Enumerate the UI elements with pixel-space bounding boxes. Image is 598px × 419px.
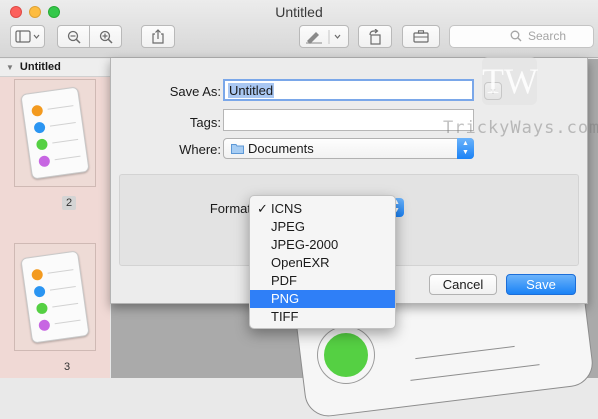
- sidebar-icon: [14, 30, 39, 43]
- share-icon: [152, 29, 164, 44]
- sidebar-document-title: Untitled: [19, 61, 61, 73]
- cancel-button[interactable]: Cancel: [429, 274, 497, 295]
- format-label: Format: [209, 201, 251, 216]
- notepad-icon: [20, 86, 90, 180]
- rotate-button[interactable]: [358, 25, 392, 48]
- format-option-png[interactable]: PNG: [250, 290, 395, 308]
- markup-button[interactable]: [299, 25, 349, 48]
- save-as-field[interactable]: Untitled: [223, 79, 474, 101]
- zoom-out-button[interactable]: [57, 25, 90, 48]
- where-popup[interactable]: Documents ▲ ▼: [223, 138, 474, 159]
- zoom-in-icon: [99, 30, 113, 44]
- window-title: Untitled: [275, 4, 323, 20]
- format-option-openexr[interactable]: OpenEXR: [250, 254, 395, 272]
- search-placeholder: Search: [528, 29, 567, 43]
- format-option-tiff[interactable]: TIFF: [250, 308, 395, 326]
- format-option-icns[interactable]: ✓ ICNS: [250, 200, 395, 218]
- toolbox-icon: [413, 30, 429, 43]
- checkmark-icon: ✓: [257, 201, 268, 216]
- green-dot-image: [318, 327, 374, 383]
- thumbnail-sidebar: ▼ Untitled 2 3: [0, 59, 110, 378]
- sidebar-header[interactable]: ▼ Untitled: [0, 59, 110, 77]
- rotate-icon: [369, 28, 381, 45]
- tags-field[interactable]: [223, 109, 474, 131]
- zoom-out-icon: [67, 30, 81, 44]
- format-option-jpeg[interactable]: JPEG: [250, 218, 395, 236]
- page-number-3: 3: [64, 361, 71, 373]
- save-button[interactable]: Save: [506, 274, 576, 295]
- share-button[interactable]: [141, 25, 175, 48]
- sidebar-view-button[interactable]: [10, 25, 45, 48]
- page-number-2: 2: [62, 196, 76, 210]
- toolbox-button[interactable]: [402, 25, 440, 48]
- page-thumbnail-3[interactable]: [14, 243, 96, 351]
- search-icon: [510, 30, 522, 42]
- format-menu: ✓ ICNS JPEG JPEG-2000 OpenEXR PDF PNG TIF…: [249, 195, 396, 329]
- page-thumbnail-2[interactable]: [14, 79, 96, 187]
- folder-icon: [231, 144, 244, 154]
- watermark-text: TrickyWays.com: [443, 118, 598, 138]
- format-option-pdf[interactable]: PDF: [250, 272, 395, 290]
- notepad-icon: [20, 250, 90, 344]
- popup-arrows-icon: ▲ ▼: [457, 138, 474, 159]
- title-bar: Untitled Search: [0, 0, 598, 58]
- save-as-label: Save As:: [169, 84, 221, 99]
- disclosure-triangle-icon[interactable]: ▼: [6, 63, 14, 72]
- where-label: Where:: [179, 142, 221, 157]
- save-as-value: Untitled: [228, 83, 275, 98]
- format-option-jpeg-2000[interactable]: JPEG-2000: [250, 236, 395, 254]
- search-field[interactable]: Search: [449, 25, 594, 48]
- zoom-in-button[interactable]: [89, 25, 122, 48]
- pen-icon: [306, 29, 341, 44]
- where-value: Documents: [248, 141, 314, 156]
- watermark-logo: TW: [482, 57, 538, 105]
- tags-label: Tags:: [189, 115, 221, 130]
